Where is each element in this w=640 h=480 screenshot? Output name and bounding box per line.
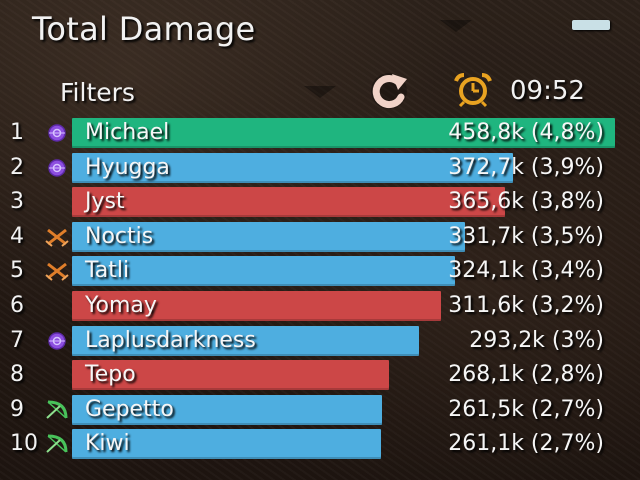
- player-name: Hyugga: [85, 154, 170, 180]
- empty-class-icon: [44, 296, 70, 316]
- purple-orb-icon: [48, 124, 66, 142]
- player-row[interactable]: 1 Michael 458,8k (4,8%): [0, 117, 640, 152]
- damage-value: 372,7k (3,9%): [448, 154, 604, 180]
- player-name: Tepo: [85, 362, 136, 388]
- decorative-arrow-icon: [440, 20, 472, 32]
- damage-value: 268,1k (2,8%): [448, 362, 604, 388]
- meter-title: Total Damage: [32, 10, 256, 48]
- player-row[interactable]: 4 Noctis 331,7k (3,5%): [0, 221, 640, 256]
- player-row[interactable]: 6 Yomay 311,6k (3,2%): [0, 290, 640, 325]
- decorative-arrow-icon: [304, 86, 336, 98]
- orange-crossed-swords-icon: [45, 263, 69, 282]
- player-name: Kiwi: [85, 431, 130, 457]
- purple-orb-icon: [48, 158, 66, 177]
- player-name: Tatli: [85, 258, 130, 284]
- damage-value: 331,7k (3,5%): [448, 223, 604, 249]
- player-name: Gepetto: [85, 396, 174, 422]
- rank-number: 10: [10, 431, 38, 457]
- player-name: Noctis: [85, 223, 154, 249]
- empty-class-icon: [44, 192, 70, 212]
- rank-number: 9: [10, 396, 24, 422]
- player-row[interactable]: 5 Tatli 324,1k (3,4%): [0, 255, 640, 290]
- empty-class-icon: [44, 365, 70, 385]
- damage-value: 261,1k (2,7%): [448, 431, 604, 457]
- purple-orb-icon: [48, 331, 66, 350]
- reset-icon[interactable]: [365, 70, 413, 112]
- damage-bar: [72, 256, 455, 287]
- damage-value: 458,8k (4,8%): [448, 120, 604, 145]
- rank-number: 4: [10, 223, 24, 249]
- player-row[interactable]: 3 Jyst 365,6k (3,8%): [0, 186, 640, 221]
- player-row[interactable]: 7 Laplusdarkness 293,2k (3%): [0, 325, 640, 360]
- green-bow-icon: [46, 400, 68, 419]
- player-name: Laplusdarkness: [85, 327, 256, 353]
- green-bow-icon: [46, 434, 68, 454]
- damage-value: 293,2k (3%): [469, 327, 604, 353]
- rank-number: 2: [10, 154, 24, 180]
- player-name: Jyst: [85, 189, 125, 215]
- damage-value: 365,6k (3,8%): [448, 189, 604, 215]
- rank-number: 8: [10, 362, 24, 388]
- rank-number: 6: [10, 293, 24, 318]
- damage-value: 311,6k (3,2%): [448, 293, 604, 318]
- rank-number: 3: [10, 189, 24, 215]
- player-row[interactable]: 10 Kiwi 261,1k (2,7%): [0, 428, 640, 463]
- damage-value: 261,5k (2,7%): [448, 396, 604, 422]
- rank-number: 1: [10, 120, 24, 145]
- rank-number: 5: [10, 258, 24, 284]
- filters-button[interactable]: Filters: [60, 78, 135, 107]
- rank-number: 7: [10, 327, 24, 353]
- player-row[interactable]: 8 Tepo 268,1k (2,8%): [0, 359, 640, 394]
- player-name: Michael: [85, 120, 170, 145]
- orange-crossed-swords-icon: [45, 228, 69, 247]
- minimize-icon[interactable]: [572, 20, 610, 30]
- fight-timer: 09:52: [510, 76, 585, 106]
- damage-bar: [72, 187, 505, 218]
- player-name: Yomay: [85, 293, 157, 318]
- player-row[interactable]: 2 Hyugga 372,7k (3,9%): [0, 152, 640, 187]
- player-row[interactable]: 9 Gepetto 261,5k (2,7%): [0, 394, 640, 429]
- damage-meter-panel: Total Damage Filters 09:52 1 Michael 458…: [0, 0, 640, 480]
- damage-value: 324,1k (3,4%): [448, 258, 604, 284]
- alarm-clock-icon: [454, 73, 492, 108]
